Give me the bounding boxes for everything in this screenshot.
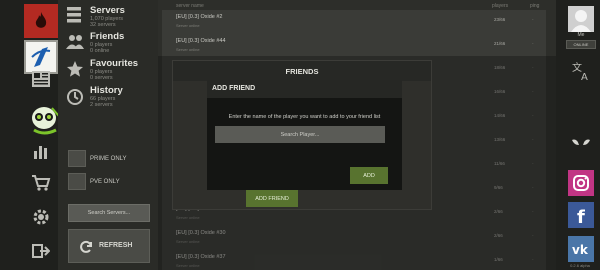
server-name: [EU] [0.3] Oxide #2	[176, 14, 223, 20]
column-header-players: players	[492, 3, 509, 9]
refresh-icon	[80, 240, 92, 253]
add-button[interactable]: ADD	[350, 167, 388, 184]
nav-servers-sub2: 32 servers	[90, 22, 116, 28]
server-status: Server online	[176, 47, 200, 52]
avatar[interactable]	[568, 6, 594, 32]
friends-panel-title: FRIENDS	[285, 67, 319, 76]
pve-only-label: PVE ONLY	[90, 179, 120, 185]
server-ping: -	[532, 41, 534, 46]
prime-only-checkbox[interactable]	[68, 150, 86, 167]
nav-friends-sub2: 0 online	[90, 48, 110, 54]
server-status: Server online	[176, 23, 200, 28]
nav-friends-title: Friends	[90, 31, 125, 42]
settings-gear-icon[interactable]	[24, 200, 58, 234]
server-row[interactable]: [EU] [0.3] Oxide #44 Server online 21/66 -	[162, 34, 546, 58]
refresh-button[interactable]: REFRESH	[68, 229, 150, 263]
refresh-label: REFRESH	[99, 242, 133, 249]
alien-eyes-icon[interactable]	[570, 136, 592, 150]
nav-history-title: History	[90, 85, 123, 96]
vk-icon[interactable]: vk	[568, 236, 594, 262]
prime-only-label: PRIME ONLY	[90, 156, 127, 162]
svg-text:vk: vk	[572, 243, 589, 257]
server-row[interactable]: [EU] [0.3] Oxide #2 Server online 23/66 -	[162, 10, 546, 34]
add-friend-prompt: Enter the name of the player you want to…	[228, 114, 381, 120]
search-player-input[interactable]: Search Player...	[215, 126, 385, 143]
column-header-ping: ping	[530, 3, 540, 9]
nav-item-favourites[interactable]: Favourites 0 players 0 servers	[90, 58, 156, 82]
server-ping: -	[532, 17, 534, 22]
exit-icon[interactable]	[24, 234, 58, 268]
version-label: 0.2.6 alpha	[570, 263, 590, 268]
nav-favourites-sub2: 0 servers	[90, 75, 113, 81]
nav-item-friends[interactable]: Friends 0 players 0 online	[90, 31, 156, 55]
translate-icon[interactable]: 文A	[570, 60, 592, 83]
news-icon[interactable]	[24, 62, 58, 96]
shop-cart-icon[interactable]	[24, 166, 58, 200]
nav-item-servers[interactable]: Servers 1,070 players 32 servers	[90, 5, 156, 29]
instagram-icon[interactable]	[568, 170, 594, 196]
nav-servers-title: Servers	[90, 5, 125, 16]
facebook-icon[interactable]: f	[568, 202, 594, 228]
star-icon	[66, 60, 86, 80]
fire-icon[interactable]	[24, 4, 58, 38]
nav-favourites-title: Favourites	[90, 58, 139, 69]
status-badge: ONLINE	[566, 40, 596, 49]
add-friend-button[interactable]: ADD FRIEND	[246, 190, 298, 207]
server-list-icon	[66, 6, 86, 26]
stats-icon[interactable]	[24, 134, 58, 168]
add-friend-dialog-title: ADD FRIEND	[212, 85, 256, 92]
friends-icon	[66, 34, 86, 54]
column-header-name: server name	[176, 3, 204, 9]
search-servers-input[interactable]: Search Servers...	[68, 204, 150, 222]
server-players: 23/66	[494, 17, 506, 22]
svg-text:f: f	[577, 207, 585, 228]
nav-history-sub2: 2 servers	[90, 102, 113, 108]
nav-item-history[interactable]: History 66 players 2 servers	[90, 85, 156, 109]
profile-name: Me	[577, 32, 585, 38]
svg-text:A: A	[581, 72, 588, 82]
pve-only-checkbox[interactable]	[68, 173, 86, 190]
server-players: 21/66	[494, 41, 506, 46]
history-clock-icon	[66, 88, 86, 108]
server-name: [EU] [0.3] Oxide #44	[176, 38, 226, 44]
